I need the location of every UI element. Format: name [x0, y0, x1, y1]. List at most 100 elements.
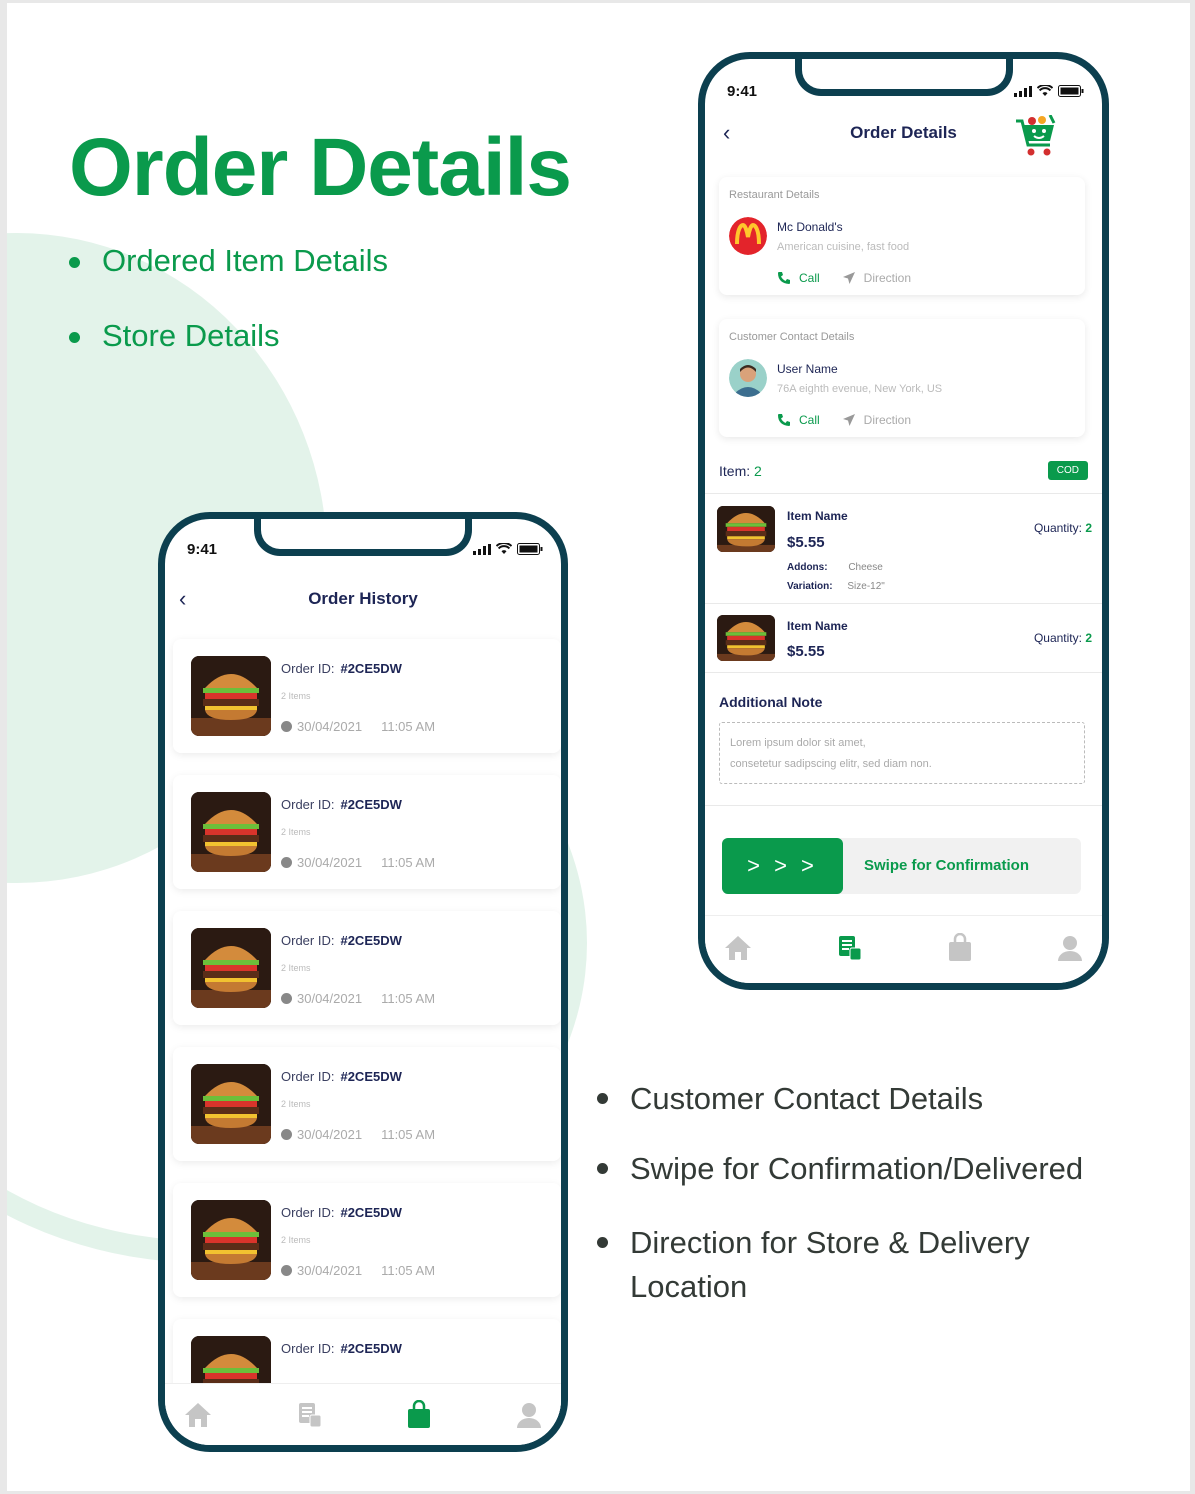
bag-icon [949, 932, 971, 961]
order-card[interactable]: Order ID: #2CE5DW 2 Items 30/04/2021 11:05 A… [173, 1183, 561, 1297]
clock-icon [281, 1129, 292, 1140]
restaurant-section-label: Restaurant Details [729, 189, 820, 201]
profile-icon [1058, 935, 1082, 961]
burger-icon [717, 506, 775, 552]
clock-icon [281, 1265, 292, 1276]
order-item-count: 2 Items [281, 827, 311, 837]
burger-image [191, 1064, 271, 1144]
tab-profile[interactable] [1056, 934, 1084, 962]
payment-badge: COD [1047, 461, 1088, 480]
order-history-phone: 9:41 ‹ Order History Order ID: #2CE5DW 2 I… [158, 512, 568, 1452]
feature-swipe: Swipe for Confirmation/Delivered [597, 1147, 1083, 1191]
bullet-icon [597, 1237, 608, 1248]
item-quantity: Quantity: 2 [1033, 521, 1092, 535]
order-id: Order ID: #2CE5DW [281, 661, 402, 676]
order-item: Item Name $5.55 Quantity: 2 Addons: Chee… [705, 493, 1102, 603]
item-name: Item Name [787, 509, 848, 523]
order-card[interactable]: Order ID: #2CE5DW 2 Items 30/04/2021 11:05 A… [173, 1047, 561, 1161]
signal-icon [1014, 85, 1032, 97]
restaurant-call-button[interactable]: Call [777, 271, 820, 285]
tab-home[interactable] [183, 1401, 213, 1429]
order-details-phone: 9:41 ‹ Order Details Restaurant Details [698, 52, 1109, 990]
burger-image [191, 1200, 271, 1280]
details-header: ‹ Order Details [705, 115, 1102, 156]
tab-home[interactable] [723, 934, 753, 962]
bottom-tab-bar [705, 915, 1102, 983]
avatar [729, 359, 767, 397]
burger-icon [191, 656, 271, 736]
feature-direction: Direction for Store & Delivery Location [597, 1221, 1057, 1309]
item-price: $5.55 [787, 534, 825, 551]
swipe-handle[interactable]: > > > [722, 838, 843, 894]
tab-orders[interactable] [836, 934, 864, 962]
item-quantity: Quantity: 2 [1033, 631, 1092, 645]
burger-image [717, 506, 775, 552]
order-item-count: 2 Items [281, 1235, 311, 1245]
burger-image [191, 792, 271, 872]
bullet-icon [69, 332, 80, 343]
bottom-tab-bar [165, 1383, 561, 1445]
order-id: Order ID: #2CE5DW [281, 1341, 402, 1356]
tab-bag[interactable] [406, 1399, 432, 1430]
order-item: Item Name $5.55 Quantity: 2 [705, 603, 1102, 672]
item-name: Item Name [787, 619, 848, 633]
clock-icon [281, 721, 292, 732]
signal-icon [473, 543, 491, 555]
order-id: Order ID: #2CE5DW [281, 797, 402, 812]
status-bar: 9:41 [187, 539, 543, 559]
status-time: 9:41 [187, 540, 218, 558]
burger-icon [191, 1200, 271, 1280]
customer-call-button[interactable]: Call [777, 413, 820, 427]
restaurant-card: Restaurant Details Mc Donald's American … [719, 177, 1085, 295]
back-chevron-icon[interactable]: ‹ [179, 586, 186, 612]
tab-bag[interactable] [947, 932, 973, 963]
burger-icon [191, 792, 271, 872]
phone-icon [778, 414, 790, 426]
customer-address: 76A eighth evenue, New York, US [777, 383, 943, 395]
order-timestamp: 30/04/2021 11:05 AM [281, 719, 435, 734]
bullet-icon [597, 1093, 608, 1104]
clock-icon [281, 857, 292, 868]
order-card[interactable]: Order ID: #2CE5DW 2 Items 30/04/2021 11:05 A… [173, 911, 561, 1025]
wifi-icon [496, 543, 512, 554]
page-title: Order Details [69, 122, 572, 213]
wifi-icon [1037, 85, 1053, 96]
details-title: Order Details [850, 123, 957, 142]
order-id: Order ID: #2CE5DW [281, 1205, 402, 1220]
order-timestamp: 30/04/2021 11:05 AM [281, 991, 435, 1006]
battery-icon [517, 543, 543, 555]
back-chevron-icon[interactable]: ‹ [723, 120, 730, 146]
order-item-count: 2 Items [281, 963, 311, 973]
status-bar: 9:41 [727, 81, 1084, 101]
bullet-icon [597, 1163, 608, 1174]
order-timestamp: 30/04/2021 11:05 AM [281, 1127, 435, 1142]
mcdonalds-logo-icon [729, 217, 767, 255]
order-card[interactable]: Order ID: #2CE5DW 2 Items 30/04/2021 11:05 A… [173, 639, 561, 753]
customer-section-label: Customer Contact Details [729, 331, 855, 343]
feature-store-details: Store Details [69, 318, 279, 354]
feature-customer-contact: Customer Contact Details [597, 1077, 983, 1121]
order-item-count: 2 Items [281, 1099, 311, 1109]
clock-icon [281, 993, 292, 1004]
customer-card: Customer Contact Details User Name 76A e… [719, 319, 1085, 437]
additional-note-title: Additional Note [719, 694, 823, 710]
restaurant-name: Mc Donald's [777, 220, 843, 234]
order-timestamp: 30/04/2021 11:05 AM [281, 855, 435, 870]
additional-note-box: Lorem ipsum dolor sit amet, consetetur s… [719, 722, 1085, 784]
tab-orders[interactable] [296, 1401, 324, 1429]
burger-image [191, 928, 271, 1008]
tab-profile[interactable] [515, 1401, 543, 1429]
customer-direction-button[interactable]: Direction [842, 413, 911, 427]
item-variation: Variation: Size-12" [787, 581, 885, 592]
order-card[interactable]: Order ID: #2CE5DW 2 Items 30/04/2021 11:05 A… [173, 775, 561, 889]
restaurant-cuisine: American cuisine, fast food [777, 241, 910, 253]
item-price: $5.55 [787, 643, 825, 660]
customer-name: User Name [777, 362, 838, 376]
restaurant-direction-button[interactable]: Direction [842, 271, 911, 285]
home-icon [725, 935, 751, 960]
item-count: Item: 2 [719, 463, 762, 479]
order-item-count: 2 Items [281, 691, 311, 701]
swipe-confirmation-slider[interactable]: > > > Swipe for Confirmation [722, 838, 1081, 894]
home-icon [185, 1402, 211, 1427]
burger-image [191, 656, 271, 736]
